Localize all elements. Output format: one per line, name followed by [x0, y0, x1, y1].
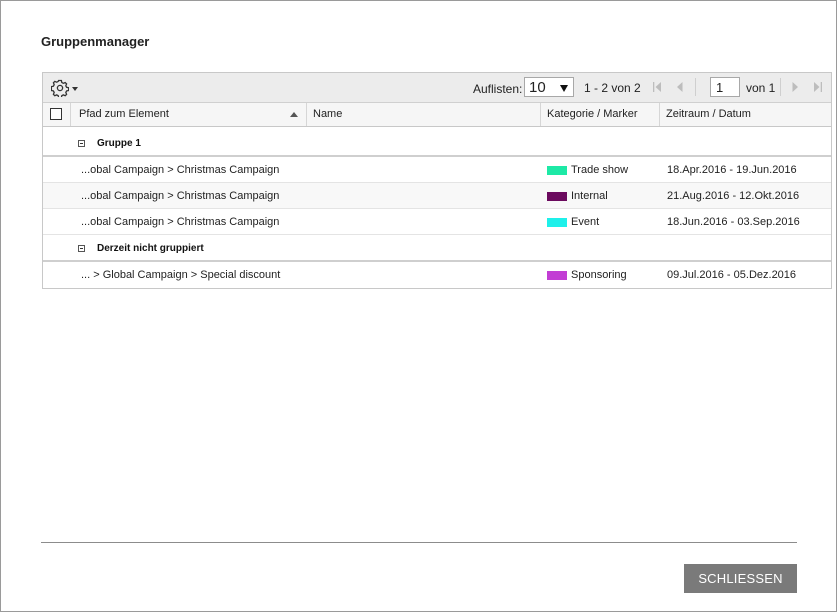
- last-page-button[interactable]: [809, 78, 827, 96]
- cell-path: ...obal Campaign > Christmas Campaign: [81, 164, 280, 176]
- pager-separator: [780, 78, 781, 96]
- page-size-value: 10: [529, 79, 546, 96]
- current-page-input[interactable]: 1: [710, 77, 740, 97]
- paging-range-text: 1 - 2 von 2: [584, 81, 641, 95]
- cell-category: Trade show: [571, 164, 629, 176]
- sort-ascending-icon: [290, 112, 298, 117]
- cell-period: 21.Aug.2016 - 12.Okt.2016: [667, 190, 800, 202]
- column-header-category[interactable]: Kategorie / Marker: [541, 103, 660, 126]
- element-grid: Auflisten: 10 1 - 2 von 2 1 von 1 Pfad z…: [42, 72, 832, 289]
- group-manager-dialog: Gruppenmanager Auflisten: 10 1 - 2 von 2: [0, 0, 837, 612]
- column-header-period[interactable]: Zeitraum / Datum: [660, 103, 831, 126]
- footer-divider: [41, 542, 797, 543]
- column-label-period: Zeitraum / Datum: [666, 108, 751, 120]
- cell-period: 18.Jun.2016 - 03.Sep.2016: [667, 216, 800, 228]
- cell-category: Sponsoring: [571, 269, 627, 281]
- table-row[interactable]: ...obal Campaign > Christmas Campaign Ev…: [43, 209, 831, 235]
- group-label: Gruppe 1: [97, 138, 141, 149]
- close-button[interactable]: SCHLIESSEN: [684, 564, 797, 593]
- cell-category: Event: [571, 216, 600, 228]
- cell-path: ...obal Campaign > Christmas Campaign: [81, 190, 280, 202]
- dropdown-arrow-icon: [560, 85, 568, 92]
- column-label-category: Kategorie / Marker: [547, 108, 638, 120]
- first-page-button[interactable]: [648, 78, 666, 96]
- grid-toolbar: Auflisten: 10 1 - 2 von 2 1 von 1: [43, 73, 831, 103]
- cell-period: 18.Apr.2016 - 19.Jun.2016: [667, 164, 797, 176]
- cell-path: ... > Global Campaign > Special discount: [81, 269, 281, 281]
- previous-page-icon: [677, 82, 683, 92]
- total-pages-text: von 1: [746, 81, 776, 95]
- category-color-swatch: [547, 166, 567, 175]
- page-size-label: Auflisten:: [473, 82, 523, 96]
- next-page-button[interactable]: [786, 78, 804, 96]
- first-page-icon: [653, 82, 661, 92]
- cell-path: ...obal Campaign > Christmas Campaign: [81, 216, 280, 228]
- chevron-down-icon: [72, 87, 78, 91]
- select-all-cell: [43, 103, 71, 126]
- category-color-swatch: [547, 218, 567, 227]
- cell-category: Internal: [571, 190, 608, 202]
- group-header-row[interactable]: Derzeit nicht gruppiert: [43, 236, 831, 262]
- pager-separator: [695, 78, 696, 96]
- table-row[interactable]: ... > Global Campaign > Special discount…: [43, 262, 831, 288]
- page-size-select[interactable]: 10: [524, 77, 574, 97]
- select-all-checkbox[interactable]: [50, 108, 62, 120]
- current-page-value: 1: [716, 80, 724, 95]
- category-color-swatch: [547, 192, 567, 201]
- column-header-name[interactable]: Name: [307, 103, 541, 126]
- cell-period: 09.Jul.2016 - 05.Dez.2016: [667, 269, 797, 281]
- group-header-row[interactable]: Gruppe 1: [43, 131, 831, 157]
- previous-page-button[interactable]: [671, 78, 689, 96]
- collapse-icon[interactable]: [78, 140, 85, 147]
- column-label-name: Name: [313, 108, 343, 120]
- table-row[interactable]: ...obal Campaign > Christmas Campaign In…: [43, 183, 831, 209]
- collapse-icon[interactable]: [78, 245, 85, 252]
- gear-icon: [51, 79, 69, 97]
- next-page-icon: [792, 82, 798, 92]
- table-row[interactable]: ...obal Campaign > Christmas Campaign Tr…: [43, 157, 831, 183]
- settings-menu-button[interactable]: [51, 78, 83, 98]
- column-header-path[interactable]: Pfad zum Element: [72, 103, 307, 126]
- group-label: Derzeit nicht gruppiert: [97, 243, 204, 254]
- category-color-swatch: [547, 271, 567, 280]
- grid-header: Pfad zum Element Name Kategorie / Marker…: [43, 103, 831, 127]
- column-label-path: Pfad zum Element: [79, 108, 169, 120]
- last-page-icon: [814, 82, 822, 92]
- dialog-title: Gruppenmanager: [41, 34, 150, 49]
